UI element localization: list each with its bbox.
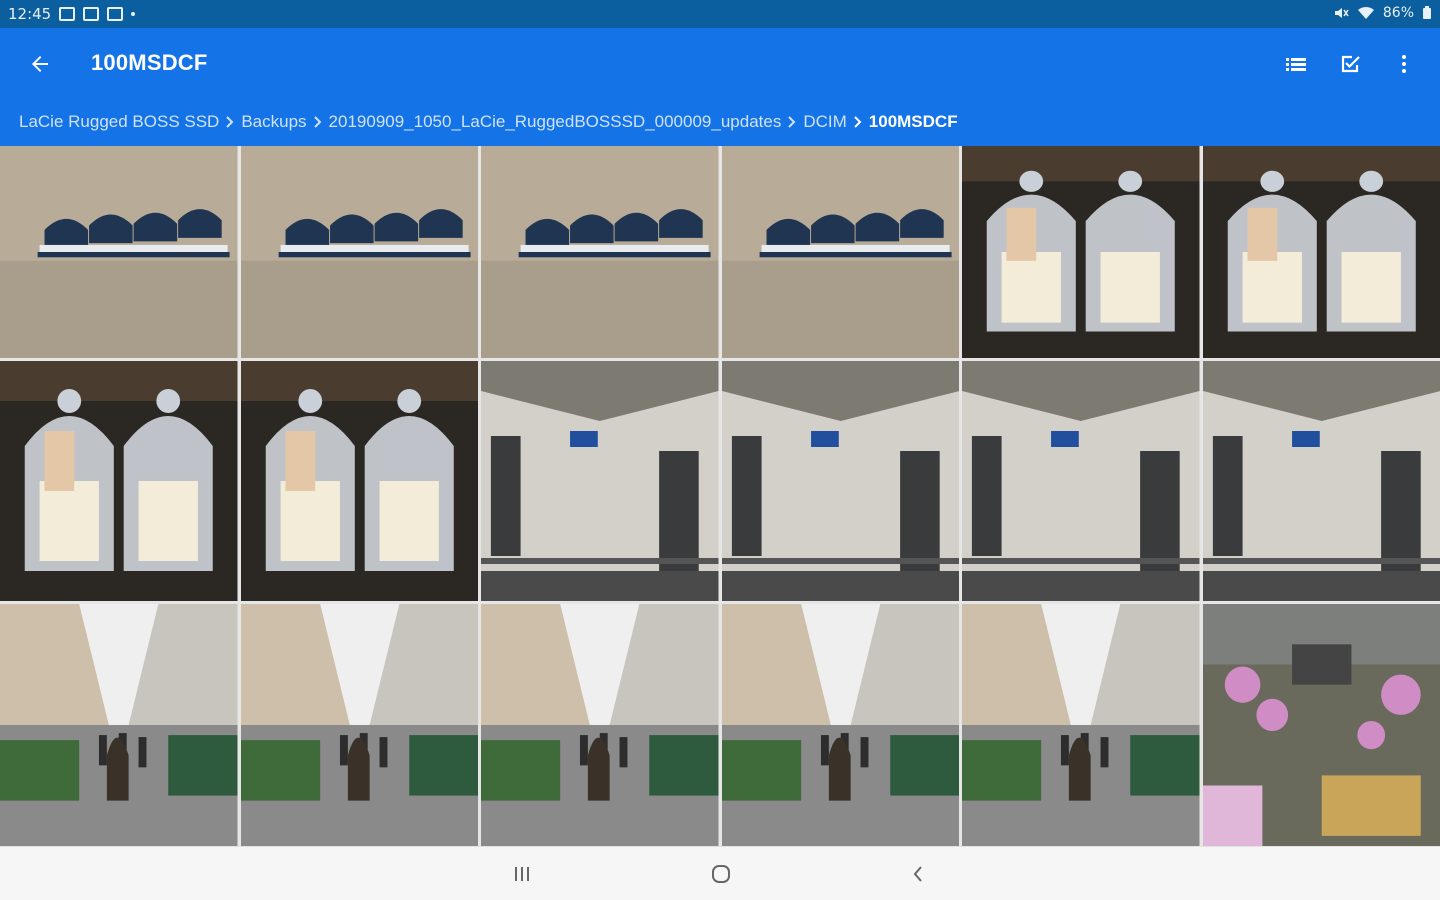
breadcrumb-item-backup-folder[interactable]: 20190909_1050_LaCie_RuggedBOSSSD_000009_… (329, 112, 782, 132)
home-icon (712, 865, 730, 883)
photo-thumbnail[interactable] (0, 361, 238, 601)
back-nav-button[interactable] (896, 857, 940, 891)
photo-thumbnail[interactable] (721, 146, 959, 358)
chevron-right-icon (219, 116, 241, 128)
breadcrumb: LaCie Rugged BOSS SSD Backups 20190909_1… (19, 112, 958, 132)
photo-image (0, 361, 238, 601)
recents-button[interactable] (500, 857, 544, 891)
photo-thumbnail[interactable] (481, 361, 719, 601)
photo-thumbnail[interactable] (962, 604, 1200, 846)
photo-image (1202, 604, 1440, 846)
photo-image (481, 361, 719, 601)
home-button[interactable] (699, 857, 743, 891)
chevron-right-icon (847, 116, 869, 128)
photo-image (0, 146, 238, 358)
photo-thumbnail[interactable] (721, 604, 959, 846)
more-vert-icon (1402, 55, 1406, 73)
recents-icon (515, 867, 529, 881)
list-view-button[interactable] (1278, 46, 1314, 82)
select-icon (1341, 55, 1360, 73)
app-bar: 100MSDCF LaCie Rugged BOSS SSD Backups 2… (0, 28, 1440, 146)
breadcrumb-item-drive[interactable]: LaCie Rugged BOSS SSD (19, 112, 219, 132)
status-time: 12:45 (8, 5, 52, 23)
photo-image (240, 361, 478, 601)
photo-thumbnail[interactable] (240, 361, 478, 601)
photo-image (962, 604, 1200, 846)
notification-dot-icon (131, 12, 136, 16)
photo-thumbnail[interactable] (962, 146, 1200, 358)
photo-image (962, 361, 1200, 601)
list-view-icon (1286, 58, 1306, 71)
photo-thumbnail[interactable] (481, 146, 719, 358)
photo-image (240, 604, 478, 846)
page-title: 100MSDCF (91, 50, 208, 75)
tv-icon (83, 7, 100, 21)
photo-thumbnail[interactable] (721, 361, 959, 601)
more-options-button[interactable] (1386, 46, 1422, 82)
photo-thumbnail[interactable] (0, 604, 238, 846)
battery-percent: 86% (1382, 5, 1414, 21)
photo-thumbnail[interactable] (0, 146, 238, 358)
breadcrumb-item-current[interactable]: 100MSDCF (869, 112, 958, 132)
photo-image (1202, 361, 1440, 601)
back-button[interactable] (22, 46, 58, 82)
mute-icon (1334, 8, 1349, 18)
message-icon (107, 7, 124, 21)
photo-thumbnail[interactable] (240, 604, 478, 846)
status-bar: 12:45 86% (0, 0, 1440, 28)
wifi-icon (1357, 6, 1374, 19)
photo-thumbnail[interactable] (1202, 146, 1440, 358)
photo-thumbnail[interactable] (1202, 604, 1440, 846)
photo-image (721, 361, 959, 601)
breadcrumb-item-dcim[interactable]: DCIM (803, 112, 846, 132)
photo-image (721, 604, 959, 846)
battery-icon (1423, 6, 1431, 19)
photo-image (1202, 146, 1440, 358)
image-icon (59, 7, 76, 21)
photo-image (481, 146, 719, 358)
photo-image (0, 604, 238, 846)
select-button[interactable] (1332, 46, 1368, 82)
navigation-bar (0, 846, 1440, 900)
photo-thumbnail[interactable] (962, 361, 1200, 601)
photo-image (481, 604, 719, 846)
photo-image (962, 146, 1200, 358)
photo-image (721, 146, 959, 358)
chevron-right-icon (307, 116, 329, 128)
photo-thumbnail[interactable] (240, 146, 478, 358)
photo-thumbnail[interactable] (481, 604, 719, 846)
photo-thumbnail[interactable] (1202, 361, 1440, 601)
photo-image (240, 146, 478, 358)
arrow-back-icon (32, 56, 48, 72)
photo-grid (0, 146, 1440, 846)
back-nav-icon (913, 866, 922, 882)
breadcrumb-item-backups[interactable]: Backups (241, 112, 306, 132)
chevron-right-icon (781, 116, 803, 128)
